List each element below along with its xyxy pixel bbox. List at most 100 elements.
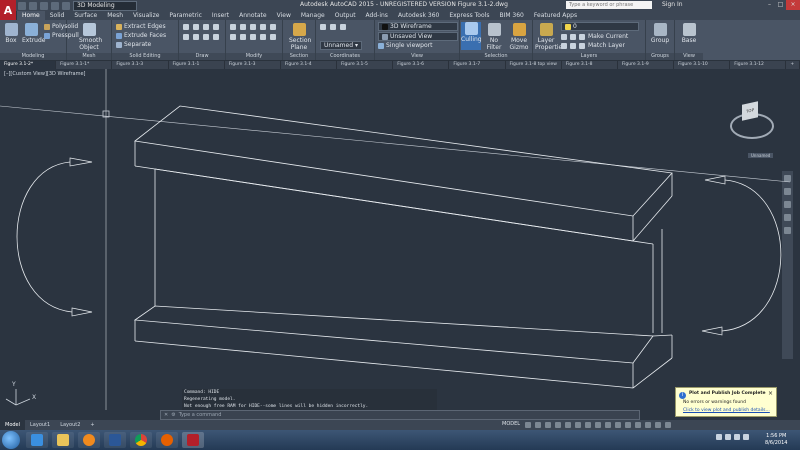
workspace-select[interactable]: 3D Modeling xyxy=(73,1,137,11)
base-button[interactable]: Base xyxy=(679,23,699,44)
polar-icon[interactable] xyxy=(555,422,561,428)
selection-cycling-icon[interactable] xyxy=(605,422,611,428)
open-icon[interactable] xyxy=(29,2,37,10)
extract-edges-button[interactable]: Extract Edges xyxy=(116,23,166,30)
ribbon-tab-annotate[interactable]: Annotate xyxy=(234,11,271,20)
ribbon-tab-featured-apps[interactable]: Featured Apps xyxy=(529,11,582,20)
osnap-icon[interactable] xyxy=(565,422,571,428)
move-icon[interactable] xyxy=(230,24,236,30)
layout-tab-layout2[interactable]: Layout2 xyxy=(55,420,85,430)
otrack-icon[interactable] xyxy=(575,422,581,428)
offset-icon[interactable] xyxy=(250,34,256,40)
taskbar-firefox[interactable] xyxy=(156,432,178,448)
ortho-icon[interactable] xyxy=(545,422,551,428)
no-filter-button[interactable]: No Filter xyxy=(484,23,504,51)
undo-icon[interactable] xyxy=(51,2,59,10)
document-tab[interactable]: Figure 3.1-4 xyxy=(281,61,338,69)
sign-in-link[interactable]: Sign In xyxy=(662,1,683,8)
ribbon-tab-output[interactable]: Output xyxy=(330,11,361,20)
model-space-toggle[interactable]: MODEL xyxy=(502,421,520,427)
scale-icon[interactable] xyxy=(230,34,236,40)
layer-unisolate-icon[interactable] xyxy=(570,42,576,49)
layer-freeze-icon[interactable] xyxy=(579,33,585,40)
maximize-icon[interactable]: □ xyxy=(775,0,786,10)
make-current-button[interactable]: Make Current xyxy=(588,33,628,40)
command-input[interactable]: Type a command xyxy=(179,412,222,418)
layer-off-icon[interactable] xyxy=(561,33,567,40)
taskbar-autocad[interactable] xyxy=(182,432,204,448)
isolate-objects-icon[interactable] xyxy=(635,422,641,428)
add-layout-button[interactable]: + xyxy=(85,420,99,430)
document-tab[interactable]: Figure 3.1-7 xyxy=(449,61,506,69)
flag-icon[interactable] xyxy=(725,434,731,440)
layer-properties-button[interactable]: Layer Properties xyxy=(535,23,565,51)
document-tab[interactable]: Figure 3.1-3 xyxy=(112,61,169,69)
snap-icon[interactable] xyxy=(535,422,541,428)
volume-icon[interactable] xyxy=(743,434,749,440)
notification-link[interactable]: Click to view plot and publish details..… xyxy=(683,408,770,413)
annotation-scale-icon[interactable] xyxy=(615,422,621,428)
match-layer-button[interactable]: Match Layer xyxy=(588,42,625,49)
close-icon[interactable]: × xyxy=(786,0,800,10)
taskbar-word[interactable] xyxy=(104,432,126,448)
document-tab[interactable]: Figure 3.1-6 xyxy=(393,61,450,69)
ribbon-tab-surface[interactable]: Surface xyxy=(69,11,102,20)
document-tab[interactable]: Figure 3.1-8 xyxy=(562,61,618,69)
tray-arrow-icon[interactable] xyxy=(716,434,722,440)
save-icon[interactable] xyxy=(40,2,48,10)
network-icon[interactable] xyxy=(734,434,740,440)
line-icon[interactable] xyxy=(183,24,189,30)
search-input[interactable]: Type a keyword or phrase xyxy=(566,1,652,9)
document-tab[interactable]: Figure 3.1-10 xyxy=(674,61,731,69)
visual-style-select[interactable]: 3D Wireframe xyxy=(378,22,458,31)
erase-icon[interactable] xyxy=(270,34,276,40)
smooth-object-button[interactable]: Smooth Object xyxy=(79,23,102,51)
rectangle-icon[interactable] xyxy=(183,34,189,40)
extrude-faces-button[interactable]: Extrude Faces xyxy=(116,32,166,39)
customize-icon[interactable]: ⚙ xyxy=(171,412,175,418)
clean-screen-icon[interactable] xyxy=(655,422,661,428)
move-gizmo-button[interactable]: Move Gizmo xyxy=(508,23,530,51)
extrude-button[interactable]: Extrude xyxy=(22,23,45,44)
ribbon-tab-home[interactable]: Home xyxy=(17,11,45,20)
ucs-icon[interactable] xyxy=(320,24,326,30)
ribbon-tab-solid[interactable]: Solid xyxy=(45,11,70,20)
ribbon-tab-add-ins[interactable]: Add-ins xyxy=(361,11,393,20)
ucs-select[interactable]: Unnamed ▾ xyxy=(320,41,363,50)
lineweight-icon[interactable] xyxy=(585,422,591,428)
new-icon[interactable] xyxy=(18,2,26,10)
layer-select[interactable]: 0 xyxy=(561,22,639,31)
application-menu-button[interactable]: A xyxy=(0,0,16,20)
close-icon[interactable]: × xyxy=(768,390,773,397)
document-tab[interactable]: Figure 3.1-12 xyxy=(730,61,787,69)
document-tab[interactable]: Figure 3.1-5 xyxy=(337,61,394,69)
box-button[interactable]: Box xyxy=(2,23,20,44)
named-view-select[interactable]: Unsaved View xyxy=(378,32,458,41)
culling-button[interactable]: Culling xyxy=(461,22,482,50)
grid-icon[interactable] xyxy=(525,422,531,428)
group-button[interactable]: Group xyxy=(650,23,670,44)
hardware-acceleration-icon[interactable] xyxy=(645,422,651,428)
document-tab[interactable]: Figure 3.1-3 xyxy=(225,61,281,69)
transparency-icon[interactable] xyxy=(595,422,601,428)
layout-tab-model[interactable]: Model xyxy=(0,420,26,430)
command-line[interactable]: ✕ ⚙ Type a command xyxy=(160,410,640,420)
polyline-icon[interactable] xyxy=(193,24,199,30)
separate-button[interactable]: Separate xyxy=(116,41,151,48)
hatch-icon[interactable] xyxy=(193,34,199,40)
circle-icon[interactable] xyxy=(203,24,209,30)
ribbon-tab-insert[interactable]: Insert xyxy=(207,11,234,20)
ribbon-tab-manage[interactable]: Manage xyxy=(296,11,330,20)
ribbon-tab-parametric[interactable]: Parametric xyxy=(164,11,207,20)
workspace-switch-icon[interactable] xyxy=(625,422,631,428)
start-button[interactable] xyxy=(2,431,20,449)
document-tab[interactable]: Figure 3.1-1 xyxy=(169,61,225,69)
ucs-world-icon[interactable] xyxy=(330,24,336,30)
redo-icon[interactable] xyxy=(62,2,70,10)
document-tab[interactable]: Figure 3.1-8 top view xyxy=(506,61,562,69)
ribbon-tab-visualize[interactable]: Visualize xyxy=(128,11,164,20)
taskbar-explorer[interactable] xyxy=(52,432,74,448)
ribbon-tab-express-tools[interactable]: Express Tools xyxy=(444,11,494,20)
minimize-icon[interactable]: – xyxy=(764,0,775,10)
customization-icon[interactable] xyxy=(665,422,671,428)
